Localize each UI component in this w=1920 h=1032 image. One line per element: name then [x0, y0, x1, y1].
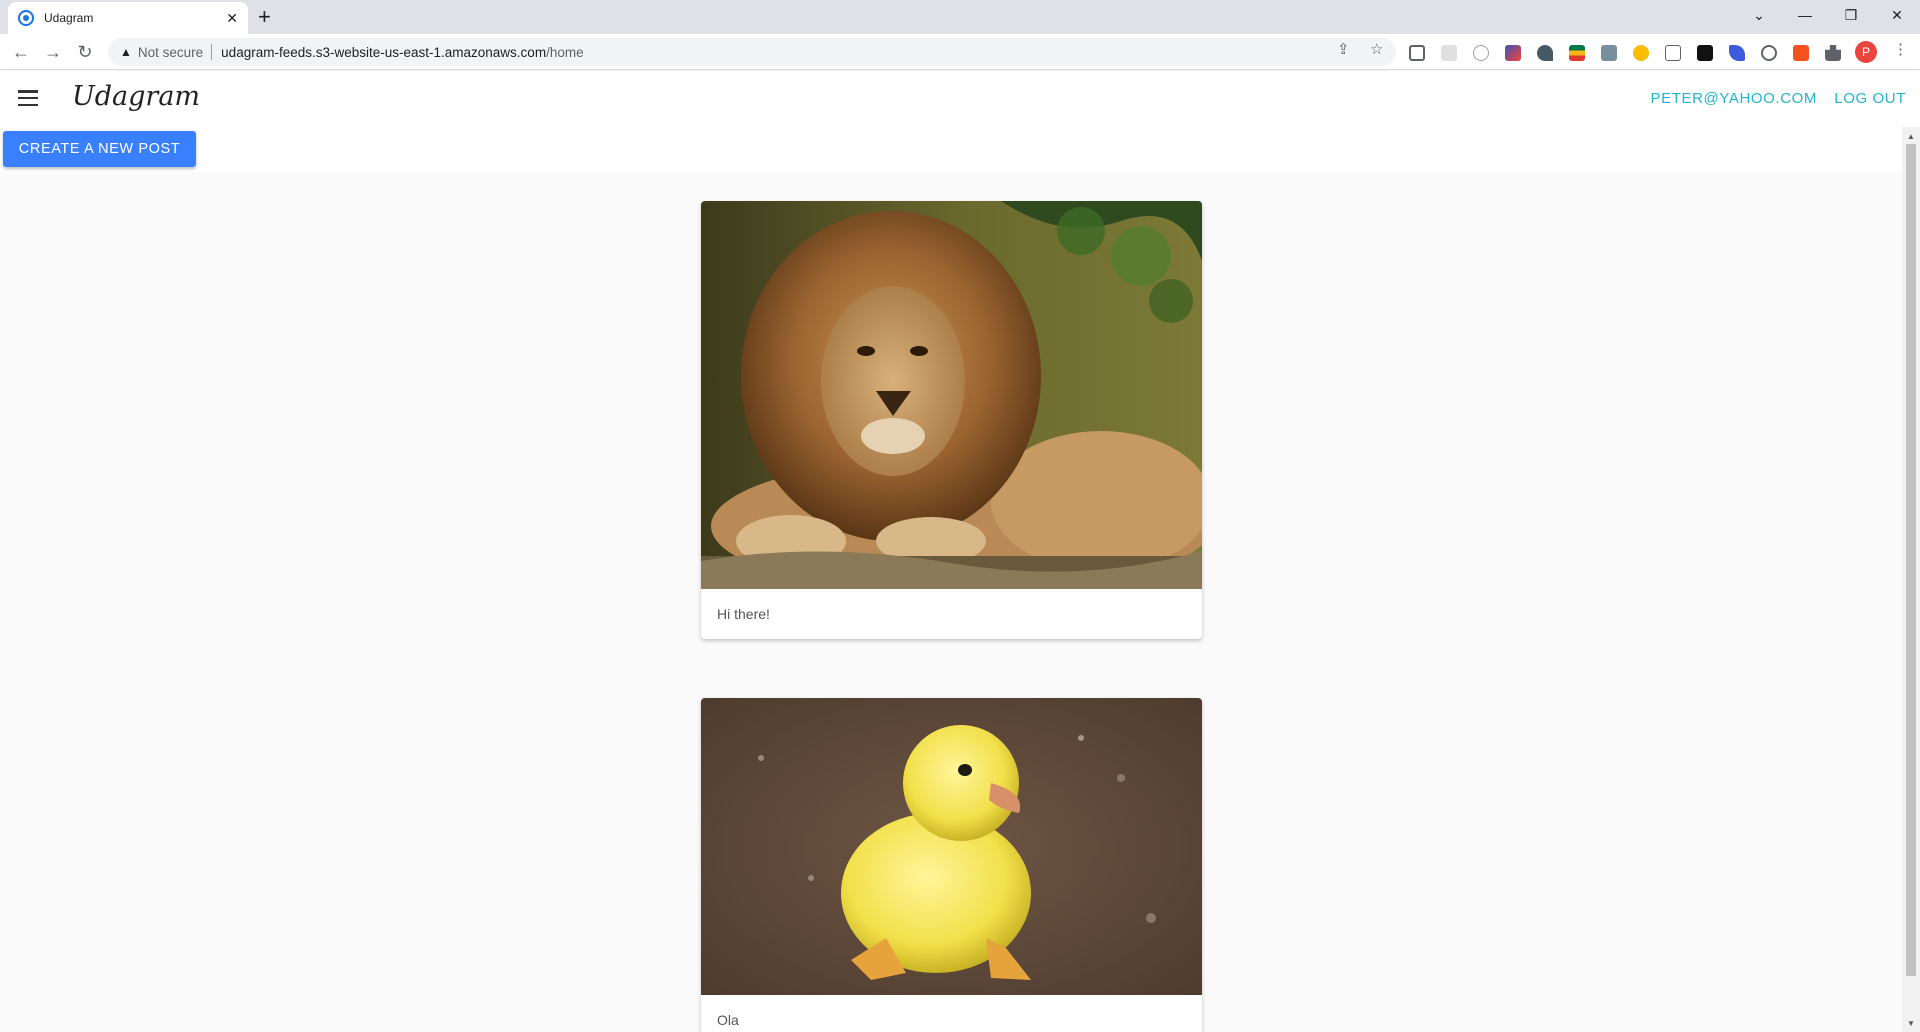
extension-icon[interactable]	[1441, 45, 1457, 61]
warning-icon: ▲	[120, 45, 132, 59]
extension-icon[interactable]	[1761, 45, 1777, 61]
post-image	[701, 698, 1202, 995]
back-icon[interactable]: ←	[8, 39, 34, 65]
new-tab-button[interactable]: +	[258, 4, 271, 30]
close-window-icon[interactable]: ✕	[1874, 0, 1920, 30]
pocket-extension-icon[interactable]	[1409, 45, 1425, 61]
share-icon[interactable]: ⇪	[1337, 40, 1350, 58]
extension-icon[interactable]	[1505, 45, 1521, 61]
extension-icon[interactable]	[1665, 45, 1681, 61]
post-caption: Ola	[717, 1012, 739, 1028]
browser-tabstrip: Udagram ✕ + ⌄ — ❐ ✕	[0, 0, 1920, 34]
flag-extension-icon[interactable]	[1569, 45, 1585, 61]
hamburger-menu-icon[interactable]	[18, 90, 38, 106]
scroll-up-icon[interactable]: ▲	[1902, 129, 1920, 143]
profile-avatar[interactable]: P	[1855, 41, 1877, 63]
action-bar	[0, 127, 1902, 172]
feed-card: Hi there!	[701, 201, 1202, 639]
extension-icon[interactable]	[1601, 45, 1617, 61]
scrollbar-thumb[interactable]	[1906, 144, 1916, 976]
logout-button[interactable]: LOG OUT	[1834, 90, 1906, 107]
app-header: Udagram PETER@YAHOO.COM LOG OUT	[0, 71, 1920, 127]
extension-icon[interactable]	[1473, 45, 1489, 61]
close-tab-icon[interactable]: ✕	[226, 10, 238, 27]
reload-icon[interactable]: ↻	[72, 39, 98, 65]
url-host: udagram-feeds.s3-website-us-east-1.amazo…	[221, 44, 547, 60]
browser-tab[interactable]: Udagram ✕	[8, 2, 248, 34]
tab-search-icon[interactable]: ⌄	[1736, 0, 1782, 30]
post-caption: Hi there!	[717, 606, 770, 622]
extension-icon[interactable]	[1537, 45, 1553, 61]
user-email-link[interactable]: PETER@YAHOO.COM	[1651, 90, 1817, 107]
divider	[211, 44, 213, 60]
extension-icon[interactable]	[1633, 45, 1649, 61]
more-menu-icon[interactable]: ⋮	[1893, 40, 1908, 58]
post-image	[701, 201, 1202, 589]
tab-title: Udagram	[44, 11, 94, 25]
url-path: /home	[546, 44, 584, 60]
address-bar[interactable]: ▲ Not secure udagram-feeds.s3-website-us…	[108, 38, 1396, 66]
restore-icon[interactable]: ❐	[1828, 0, 1874, 30]
scroll-down-icon[interactable]: ▼	[1902, 1016, 1920, 1030]
extension-icon[interactable]	[1729, 45, 1745, 61]
forward-icon[interactable]: →	[40, 39, 66, 65]
extensions-puzzle-icon[interactable]	[1825, 45, 1841, 61]
notion-extension-icon[interactable]	[1697, 45, 1713, 61]
favicon-icon	[18, 10, 34, 26]
feed-card: Ola	[701, 698, 1202, 1032]
minimize-icon[interactable]: —	[1782, 0, 1828, 30]
bookmark-star-icon[interactable]: ☆	[1370, 40, 1383, 58]
brand-logo[interactable]: Udagram	[72, 81, 200, 112]
create-post-button[interactable]: CREATE A NEW POST	[3, 131, 196, 167]
security-label[interactable]: Not secure	[138, 45, 203, 60]
extension-icon[interactable]	[1793, 45, 1809, 61]
browser-toolbar: ← → ↻ ▲ Not secure udagram-feeds.s3-webs…	[0, 34, 1920, 70]
